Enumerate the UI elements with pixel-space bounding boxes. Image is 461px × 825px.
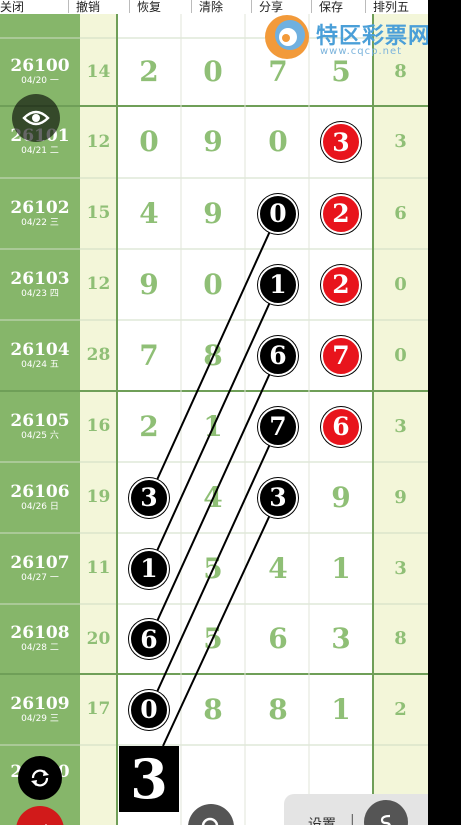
selected-number[interactable]: 3 [119, 746, 179, 812]
swap-icon [380, 814, 391, 825]
red-ball: 3 [321, 122, 361, 162]
swap-button[interactable] [364, 800, 408, 825]
black-ball: 1 [129, 548, 169, 589]
toolbar-item-5[interactable]: 保存 [319, 0, 343, 15]
red-ball: 7 [321, 335, 361, 376]
black-ball: 0 [258, 193, 298, 234]
toolbar-item-4[interactable]: 分享 [259, 0, 283, 15]
toolbar: 关闭 撤销 恢复 清除 分享 保存 排列五 [0, 0, 428, 14]
pen-icon [45, 824, 47, 825]
toolbar-separator [68, 0, 69, 13]
black-ball: 6 [258, 335, 298, 376]
toolbar-item-6[interactable]: 排列五 [373, 0, 409, 15]
toolbar-separator [251, 0, 252, 13]
visibility-toggle-button[interactable] [12, 94, 60, 142]
red-ball: 6 [321, 406, 361, 447]
black-ball: 1 [258, 264, 298, 305]
settings-label[interactable]: 设置 [308, 814, 336, 825]
toolbar-item-3[interactable]: 清除 [199, 0, 223, 15]
logo-swirl-icon [265, 15, 309, 59]
eye-icon [22, 110, 50, 126]
refresh-icon [31, 769, 49, 787]
toolbar-separator [191, 0, 192, 13]
site-logo: 特区彩票网 www.cqcp.net [262, 10, 428, 66]
toolbar-separator [129, 0, 130, 13]
toolbar-separator [311, 0, 312, 13]
settings-panel: 设置 | [284, 794, 428, 825]
refresh-button[interactable] [18, 756, 62, 800]
toolbar-item-0[interactable]: 关闭 [0, 0, 24, 15]
black-ball: 0 [129, 689, 169, 730]
red-ball: 2 [321, 264, 361, 305]
black-ball: 3 [258, 477, 298, 518]
logo-url: www.cqcp.net [320, 46, 403, 57]
settings-separator: | [350, 813, 355, 825]
search-icon [201, 817, 219, 825]
toolbar-item-1[interactable]: 撤销 [76, 0, 100, 15]
toolbar-item-2[interactable]: 恢复 [137, 0, 161, 15]
red-ball: 2 [321, 193, 361, 234]
toolbar-separator [365, 0, 366, 13]
black-ball: 6 [129, 619, 169, 659]
trend-lines [148, 213, 279, 747]
chart-app: 2610004/20 一2610104/21 二2610204/22 三2610… [0, 0, 428, 825]
trend-line [162, 497, 279, 747]
black-ball: 7 [258, 406, 298, 447]
black-ball: 3 [129, 477, 169, 518]
